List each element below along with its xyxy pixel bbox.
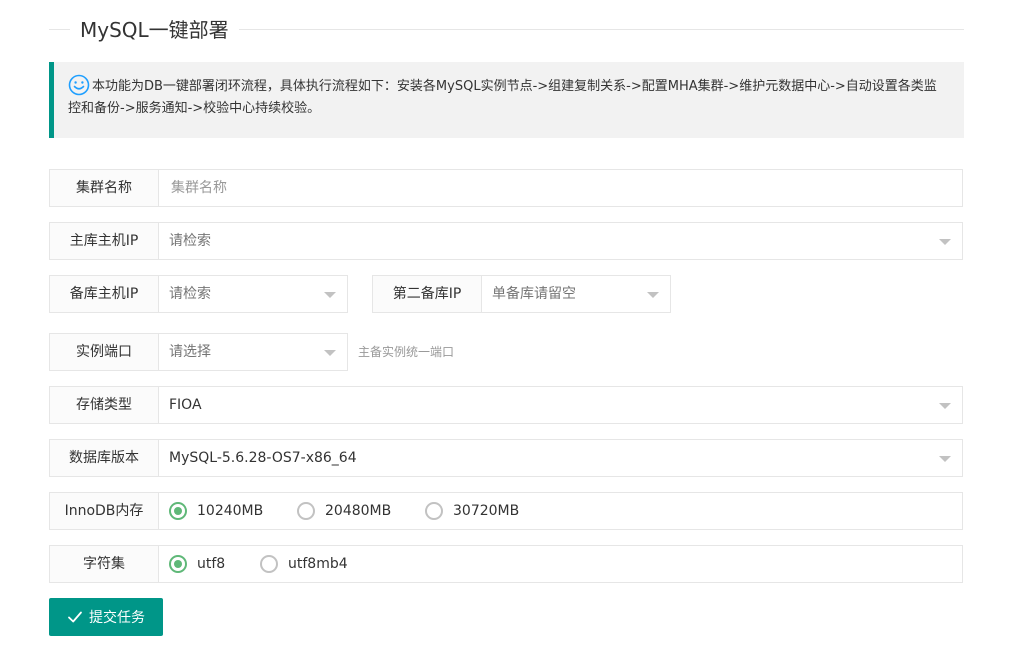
storage-type-row: 存储类型 FIOA: [49, 386, 963, 424]
innodb-memory-option-0[interactable]: 10240MB: [169, 493, 263, 529]
charset-option-0[interactable]: utf8: [169, 546, 225, 582]
master-ip-select[interactable]: 请检索: [159, 222, 963, 260]
smile-icon: [68, 74, 90, 96]
storage-type-label: 存储类型: [49, 386, 159, 424]
check-icon: [67, 609, 83, 625]
slave-ip-row: 备库主机IP 请检索: [49, 275, 348, 313]
innodb-memory-radio-group: 10240MB 20480MB 30720MB: [159, 492, 963, 530]
port-label: 实例端口: [49, 333, 159, 371]
chevron-down-icon: [647, 292, 659, 298]
innodb-memory-option-label: 30720MB: [453, 503, 520, 519]
radio-icon: [297, 502, 315, 520]
port-select[interactable]: 请选择: [159, 333, 348, 371]
charset-option-label: utf8: [197, 556, 226, 572]
chevron-down-icon: [939, 403, 951, 409]
second-slave-ip-row: 第二备库IP 单备库请留空: [372, 275, 671, 313]
chevron-down-icon: [324, 292, 336, 298]
notice-text: 本功能为DB一键部署闭环流程，具体执行流程如下：安装各MySQL实例节点->组建…: [68, 79, 937, 116]
port-hint: 主备实例统一端口: [358, 345, 455, 359]
slave-ip-placeholder: 请检索: [169, 286, 211, 302]
master-ip-label: 主库主机IP: [49, 222, 159, 260]
storage-type-value: FIOA: [169, 397, 202, 413]
second-slave-ip-placeholder: 单备库请留空: [492, 286, 576, 302]
charset-option-label: utf8mb4: [288, 556, 348, 572]
slave-ip-label: 备库主机IP: [49, 275, 159, 313]
info-notice: 本功能为DB一键部署闭环流程，具体执行流程如下：安装各MySQL实例节点->组建…: [49, 62, 964, 138]
port-placeholder: 请选择: [169, 344, 211, 360]
cluster-name-input[interactable]: [169, 170, 927, 206]
innodb-memory-option-label: 10240MB: [197, 503, 264, 519]
second-slave-ip-select[interactable]: 单备库请留空: [482, 275, 671, 313]
innodb-memory-row: InnoDB内存 10240MB 20480MB 30720MB: [49, 492, 963, 530]
storage-type-select[interactable]: FIOA: [159, 386, 963, 424]
master-ip-row: 主库主机IP 请检索: [49, 222, 963, 260]
innodb-memory-option-1[interactable]: 20480MB: [297, 493, 391, 529]
db-version-value: MySQL-5.6.28-OS7-x86_64: [169, 450, 357, 466]
db-version-row: 数据库版本 MySQL-5.6.28-OS7-x86_64: [49, 439, 963, 477]
charset-row: 字符集 utf8 utf8mb4: [49, 545, 963, 583]
cluster-name-label: 集群名称: [49, 169, 159, 207]
cluster-name-field: [159, 169, 963, 207]
port-row: 实例端口 请选择: [49, 333, 348, 371]
chevron-down-icon: [939, 456, 951, 462]
innodb-memory-option-label: 20480MB: [325, 503, 392, 519]
radio-icon: [260, 555, 278, 573]
db-version-label: 数据库版本: [49, 439, 159, 477]
mysql-deploy-page: MySQL一键部署 本功能为DB一键部署闭环流程，具体执行流程如下：安装各MyS…: [0, 0, 1018, 653]
radio-icon: [425, 502, 443, 520]
charset-label: 字符集: [49, 545, 159, 583]
charset-option-1[interactable]: utf8mb4: [260, 546, 348, 582]
radio-icon: [169, 555, 187, 573]
second-slave-ip-label: 第二备库IP: [372, 275, 482, 313]
chevron-down-icon: [939, 239, 951, 245]
chevron-down-icon: [324, 350, 336, 356]
innodb-memory-option-2[interactable]: 30720MB: [425, 493, 519, 529]
radio-icon: [169, 502, 187, 520]
db-version-select[interactable]: MySQL-5.6.28-OS7-x86_64: [159, 439, 963, 477]
submit-task-button[interactable]: 提交任务: [49, 598, 163, 636]
master-ip-placeholder: 请检索: [169, 233, 211, 249]
charset-radio-group: utf8 utf8mb4: [159, 545, 963, 583]
slave-ip-select[interactable]: 请检索: [159, 275, 348, 313]
cluster-name-row: 集群名称: [49, 169, 963, 207]
innodb-memory-label: InnoDB内存: [49, 492, 159, 530]
submit-label: 提交任务: [89, 610, 145, 626]
page-title: MySQL一键部署: [70, 16, 239, 44]
